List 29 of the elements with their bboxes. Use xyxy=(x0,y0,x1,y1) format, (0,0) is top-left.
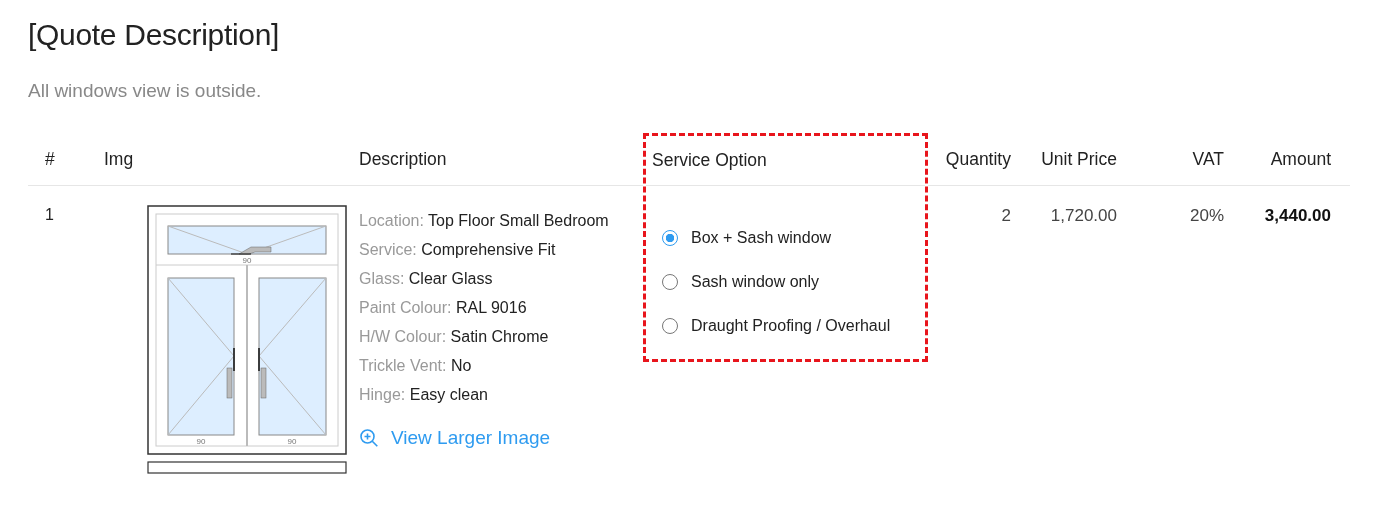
unit-price: 1,720.00 xyxy=(1050,206,1117,226)
detail-line: Location: Top Floor Small Bedroom xyxy=(359,211,610,231)
column-header: Unit Price xyxy=(1041,148,1117,170)
window-drawing: 90 90 90 xyxy=(147,205,347,475)
option-label: Draught Proofing / Overhaul xyxy=(691,317,891,335)
column-header: Service Option xyxy=(652,150,767,171)
option-label: Box + Sash window xyxy=(691,229,832,247)
vat-rate: 20% xyxy=(1189,206,1224,226)
quantity: 2 xyxy=(1001,206,1011,226)
amount: 3,440.00 xyxy=(1264,206,1331,226)
detail-line: Glass: Clear Glass xyxy=(359,269,494,289)
radio-button[interactable] xyxy=(662,230,678,246)
page-title: [Quote Description] xyxy=(28,17,280,53)
column-header: Img xyxy=(104,148,134,170)
detail-line: Hinge: Easy clean xyxy=(359,385,489,405)
column-header: # xyxy=(45,148,55,170)
column-header: Description xyxy=(359,148,447,170)
column-header: Amount xyxy=(1270,148,1331,170)
detail-line: Service: Comprehensive Fit xyxy=(359,240,557,260)
row-number: 1 xyxy=(45,206,54,223)
column-header: Quantity xyxy=(945,148,1011,170)
detail-line: Trickle Vent: No xyxy=(359,356,473,376)
detail-line: H/W Colour: Satin Chrome xyxy=(359,327,550,347)
view-larger-image-link[interactable]: View Larger Image xyxy=(359,427,551,449)
page-subtitle: All windows view is outside. xyxy=(28,79,262,103)
option-label: Sash window only xyxy=(691,273,820,291)
zoom-in-icon xyxy=(359,428,379,448)
column-header: VAT xyxy=(1192,148,1224,170)
detail-line: Paint Colour: RAL 9016 xyxy=(359,298,528,318)
